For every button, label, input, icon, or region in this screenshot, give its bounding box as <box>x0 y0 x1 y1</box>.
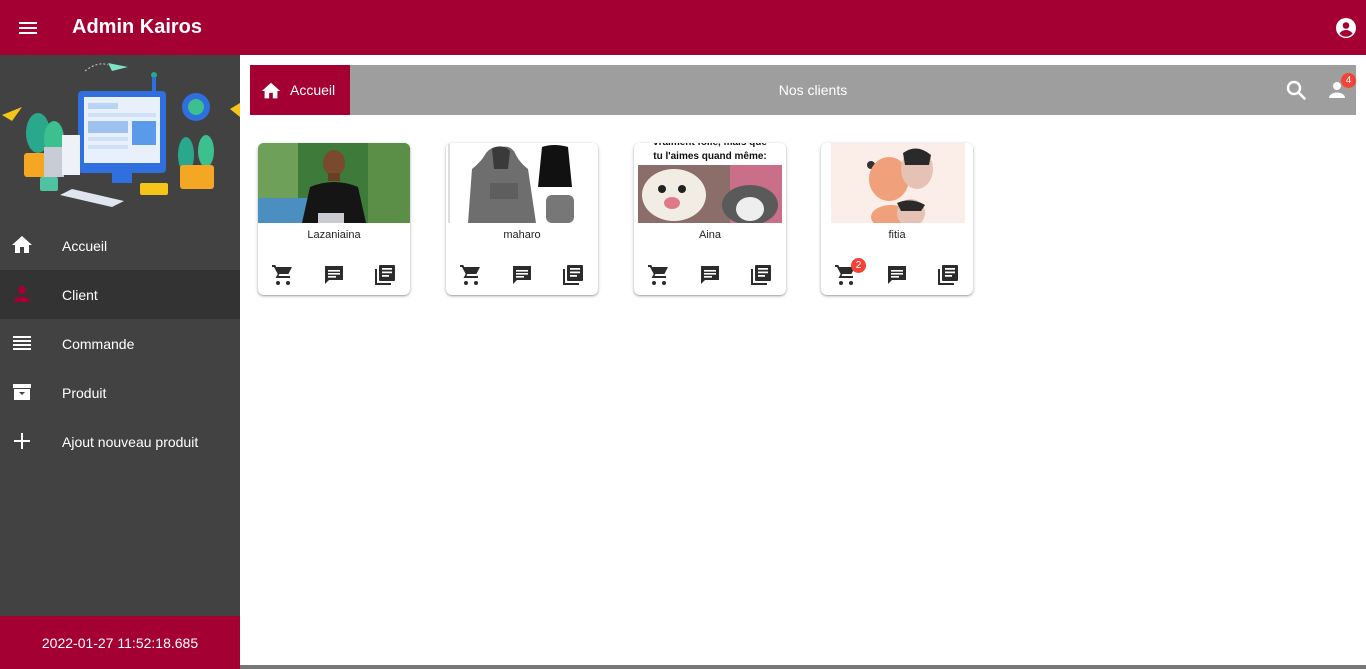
card-actions <box>634 263 786 287</box>
card-actions: 2 <box>821 258 973 287</box>
profile-notification-button[interactable]: 4 <box>1325 73 1356 102</box>
shopping-cart-icon <box>648 265 668 285</box>
library-button[interactable] <box>373 263 397 287</box>
library-books-icon <box>563 265 583 285</box>
app-bar: Admin Kairos <box>0 0 1366 55</box>
message-button[interactable] <box>510 263 534 287</box>
sidebar-nav: Accueil Client Commande Produit Ajout no… <box>0 221 240 466</box>
chat-icon <box>325 266 343 284</box>
sidebar-item-label: Commande <box>62 336 135 352</box>
breadcrumb-home-label: Accueil <box>290 82 336 98</box>
sidebar-item-ajout-nouveau-produit[interactable]: Ajout nouveau produit <box>0 417 240 466</box>
cart-button[interactable] <box>459 263 483 287</box>
menu-icon <box>19 22 37 34</box>
shopping-cart-icon <box>460 265 480 285</box>
library-books-icon <box>375 265 395 285</box>
sidebar-item-accueil[interactable]: Accueil <box>0 221 240 270</box>
notification-badge: 4 <box>1341 73 1356 88</box>
sidebar-item-commande[interactable]: Commande <box>0 319 240 368</box>
cart-button[interactable]: 2 <box>834 258 866 287</box>
library-books-icon <box>751 265 771 285</box>
sidebar-item-client[interactable]: Client <box>0 270 240 319</box>
sidebar-item-label: Accueil <box>62 238 108 254</box>
search-icon <box>1286 80 1306 100</box>
client-name: Aina <box>698 229 722 241</box>
client-photo <box>258 143 410 223</box>
sidebar-item-label: Ajout nouveau produit <box>62 434 199 450</box>
library-button[interactable] <box>561 263 585 287</box>
client-photo <box>821 143 973 223</box>
list-icon <box>13 336 31 350</box>
card-actions <box>258 263 410 287</box>
breadcrumb-home-button[interactable]: Accueil <box>250 65 350 115</box>
app-title: Admin Kairos <box>72 16 203 38</box>
account-button[interactable] <box>1334 16 1358 40</box>
person-icon <box>14 286 30 302</box>
page-toolbar: Nos clients Accueil 4 <box>250 65 1356 115</box>
cart-button[interactable] <box>647 263 671 287</box>
card-actions <box>446 263 598 287</box>
client-name: Lazaniaina <box>307 229 361 241</box>
archive-icon <box>13 384 31 400</box>
sidebar-item-label: Produit <box>62 385 107 401</box>
cart-badge: 2 <box>851 258 866 273</box>
cart-button[interactable] <box>271 263 295 287</box>
message-button[interactable] <box>885 263 909 287</box>
library-button[interactable] <box>936 263 960 287</box>
library-books-icon <box>938 265 958 285</box>
chat-icon <box>701 266 719 284</box>
account-circle-icon <box>1336 18 1356 38</box>
message-button[interactable] <box>322 263 346 287</box>
bottom-scrollbar[interactable] <box>240 665 1366 669</box>
chat-icon <box>888 266 906 284</box>
image-caption-line-2: tu l'aimes quand même: <box>653 151 767 162</box>
client-card: Lazaniaina <box>258 143 410 295</box>
shopping-cart-icon <box>272 265 292 285</box>
sidebar-item-label: Client <box>62 287 98 303</box>
client-card: fitia 2 <box>821 143 973 295</box>
image-caption-line-1: vraiment folle, mais que <box>653 143 767 148</box>
sidebar: Accueil Client Commande Produit Ajout no… <box>0 55 240 669</box>
message-button[interactable] <box>698 263 722 287</box>
library-button[interactable] <box>749 263 773 287</box>
datetime-display: 2022-01-27 11:52:18.685 <box>0 616 240 669</box>
client-card: vraiment folle, mais que tu l'aimes quan… <box>634 143 786 295</box>
client-name: maharo <box>503 229 541 241</box>
search-button[interactable] <box>1284 78 1308 102</box>
home-icon <box>12 236 32 253</box>
client-photo <box>446 143 598 223</box>
chat-icon <box>513 266 531 284</box>
home-icon <box>261 82 281 99</box>
dashboard-illustration <box>2 63 240 207</box>
plus-icon <box>14 433 30 449</box>
sidebar-item-produit[interactable]: Produit <box>0 368 240 417</box>
client-name: fitia <box>888 229 906 241</box>
client-card: maharo <box>446 143 598 295</box>
client-photo: vraiment folle, mais que tu l'aimes quan… <box>634 143 786 223</box>
menu-button[interactable] <box>14 14 42 42</box>
page-title: Nos clients <box>778 82 848 98</box>
